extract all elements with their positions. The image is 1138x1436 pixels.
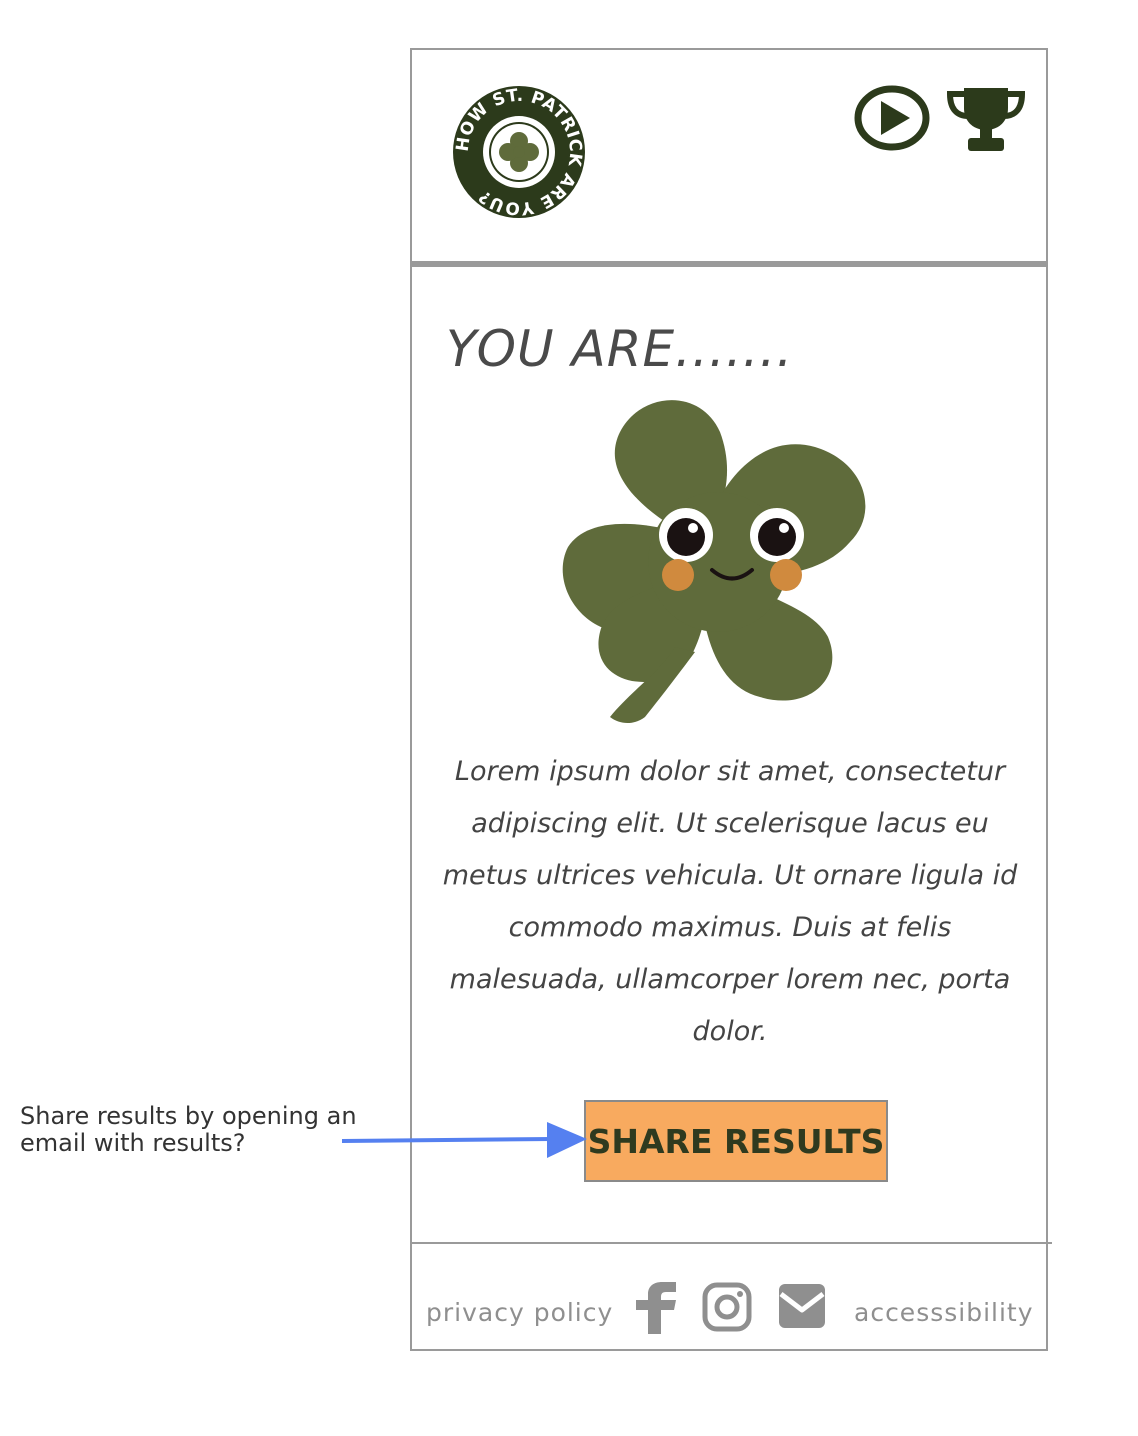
trophy-icon[interactable] bbox=[946, 86, 1026, 154]
privacy-policy-link[interactable]: privacy policy bbox=[426, 1298, 613, 1327]
annotation-arrow-icon bbox=[342, 1122, 587, 1158]
result-description: Lorem ipsum dolor sit amet, consectetur … bbox=[442, 756, 1018, 1047]
shamrock-mascot-icon bbox=[562, 400, 866, 723]
annotation-note: Share results by opening an email with r… bbox=[20, 1103, 357, 1157]
share-results-button[interactable]: SHARE RESULTS bbox=[584, 1100, 888, 1182]
annotation-line-2: email with results? bbox=[20, 1129, 246, 1157]
play-icon[interactable] bbox=[854, 85, 932, 151]
result-heading: YOU ARE....... bbox=[446, 320, 794, 378]
logo: HOW ST. PATRICK ARE YOU? bbox=[453, 86, 585, 218]
accessibility-link[interactable]: accesssibility bbox=[854, 1298, 1034, 1327]
header: HOW ST. PATRICK ARE YOU? bbox=[412, 50, 1046, 261]
email-icon[interactable] bbox=[777, 1282, 827, 1330]
instagram-icon[interactable] bbox=[702, 1282, 752, 1332]
header-divider bbox=[412, 261, 1046, 267]
footer-divider bbox=[412, 1242, 1052, 1244]
annotation-line-1: Share results by opening an bbox=[20, 1102, 357, 1130]
facebook-icon[interactable] bbox=[634, 1282, 678, 1334]
